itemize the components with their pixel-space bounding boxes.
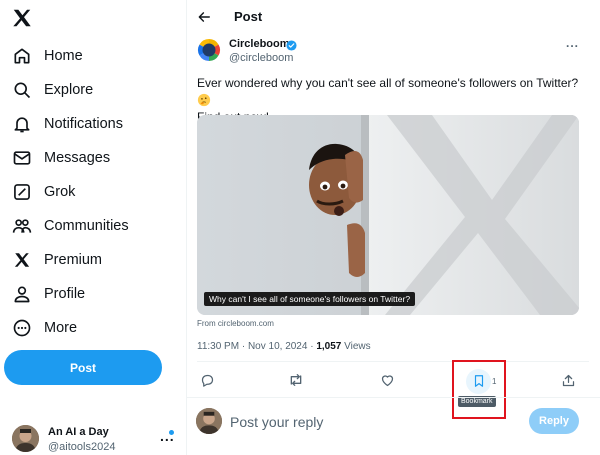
- reply-button[interactable]: Reply: [529, 408, 579, 434]
- sidebar-item-premium[interactable]: Premium: [12, 245, 102, 275]
- tweet-text-line: Ever wondered why you can't see all of s…: [197, 76, 579, 90]
- author-handle[interactable]: @circleboom: [229, 52, 293, 64]
- sidebar-item-label: Profile: [44, 286, 86, 302]
- sidebar-item-communities[interactable]: Communities: [12, 211, 129, 241]
- views-count: 1,057: [316, 341, 342, 352]
- sidebar-item-label: More: [44, 320, 78, 336]
- media-caption: Why can't I see all of someone's followe…: [204, 292, 416, 306]
- account-switcher[interactable]: An AI a Day @aitools2024 ...: [12, 422, 182, 454]
- divider: [187, 397, 600, 398]
- sidebar-item-label: Messages: [44, 150, 111, 166]
- x-logo-icon[interactable]: [11, 7, 33, 29]
- views-label: Views: [341, 341, 371, 352]
- sidebar-item-notifications[interactable]: Notifications: [12, 109, 123, 139]
- repost-icon[interactable]: [288, 372, 304, 388]
- envelope-icon: [12, 148, 32, 168]
- sidebar-item-explore[interactable]: Explore: [12, 75, 93, 105]
- sidebar-item-home[interactable]: Home: [12, 41, 83, 71]
- link-source[interactable]: From circleboom.com: [197, 319, 274, 328]
- tweet-timestamp[interactable]: 11:30 PM · Nov 10, 2024 ·: [197, 341, 316, 352]
- sidebar-item-label: Notifications: [44, 116, 123, 132]
- sidebar-item-label: Premium: [44, 252, 103, 268]
- post-button[interactable]: Post: [4, 350, 162, 385]
- home-icon: [12, 46, 32, 66]
- x-logo-icon: [12, 250, 32, 270]
- author-name[interactable]: Circleboom: [229, 38, 290, 50]
- share-icon[interactable]: [560, 372, 576, 388]
- page-title: Post: [234, 9, 263, 24]
- more-horizontal-icon[interactable]: ...: [566, 36, 579, 50]
- thinking-face-icon: [197, 93, 211, 107]
- avatar: [12, 425, 39, 452]
- bell-icon: [12, 114, 32, 134]
- tweet-meta: 11:30 PM · Nov 10, 2024 · 1,057 Views: [197, 341, 371, 352]
- like-icon[interactable]: [379, 372, 395, 388]
- sidebar-item-label: Home: [44, 48, 83, 64]
- sidebar: Home Explore Notifications Messages Grok…: [0, 0, 186, 455]
- account-name: An AI a Day: [48, 426, 109, 438]
- bookmark-button[interactable]: 1: [452, 360, 506, 419]
- sidebar-item-label: Communities: [44, 218, 129, 234]
- sidebar-item-more[interactable]: More: [12, 313, 77, 343]
- sidebar-item-profile[interactable]: Profile: [12, 279, 85, 309]
- back-arrow-icon[interactable]: [197, 10, 211, 24]
- sidebar-item-label: Grok: [44, 184, 76, 200]
- person-icon: [12, 284, 32, 304]
- search-icon: [12, 80, 32, 100]
- grok-icon: [12, 182, 32, 202]
- reply-input[interactable]: [230, 412, 480, 432]
- bookmark-icon: [472, 374, 486, 388]
- avatar: [196, 408, 222, 434]
- bookmark-count: 1: [492, 377, 497, 386]
- communities-icon: [12, 216, 32, 236]
- notification-dot: [169, 430, 174, 435]
- tweet-media[interactable]: [197, 115, 579, 315]
- account-handle: @aitools2024: [48, 441, 116, 453]
- sidebar-item-messages[interactable]: Messages: [12, 143, 110, 173]
- author-avatar[interactable]: [197, 38, 221, 62]
- media-image: [197, 115, 579, 315]
- divider: [197, 361, 589, 362]
- more-circle-icon: [12, 318, 32, 338]
- main-column: Post Circleboom @circleboom ... Ever won…: [187, 0, 600, 455]
- verified-badge-icon: [286, 38, 297, 51]
- sidebar-item-label: Explore: [44, 82, 94, 98]
- reply-icon[interactable]: [199, 372, 215, 388]
- sidebar-item-grok[interactable]: Grok: [12, 177, 75, 207]
